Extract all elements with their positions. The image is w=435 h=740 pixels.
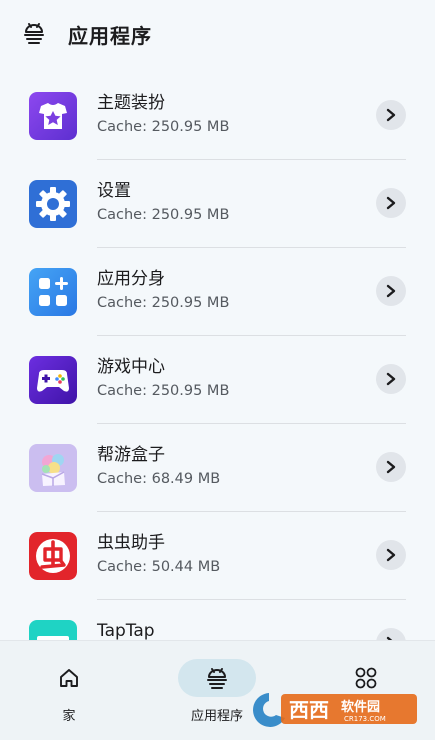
app-row-game-center[interactable]: 游戏中心 Cache: 250.95 MB xyxy=(0,336,435,424)
app-name: 主题装扮 xyxy=(97,93,165,113)
android-icon[interactable] xyxy=(22,21,46,45)
chevron-right-icon[interactable] xyxy=(376,100,406,130)
app-name: TapTap xyxy=(97,621,155,641)
app-name: 虫虫助手 xyxy=(97,533,165,553)
chevron-right-icon[interactable] xyxy=(376,452,406,482)
app-cache: Cache: 68.49 MB xyxy=(97,471,221,487)
grid-icon xyxy=(355,667,377,689)
chevron-right-icon[interactable] xyxy=(376,540,406,570)
chevron-right-icon[interactable] xyxy=(376,364,406,394)
app-cache: Cache: 250.95 MB xyxy=(97,119,230,135)
app-row-clone[interactable]: 应用分身 Cache: 250.95 MB xyxy=(0,248,435,336)
app-list: 主题装扮 Cache: 250.95 MB 设置 Cache: 250.95 M… xyxy=(0,72,435,688)
app-header: 应用程序 xyxy=(0,0,435,68)
app-row-chongchong[interactable]: 虫虫助手 Cache: 50.44 MB xyxy=(0,512,435,600)
app-name: 游戏中心 xyxy=(97,357,165,377)
gift-box-icon xyxy=(29,444,77,492)
chevron-right-icon[interactable] xyxy=(376,188,406,218)
chevron-right-icon[interactable] xyxy=(376,276,406,306)
watermark-main-text: 西西 xyxy=(289,698,329,722)
android-icon xyxy=(207,668,227,689)
app-row-theme[interactable]: 主题装扮 Cache: 250.95 MB xyxy=(0,72,435,160)
watermark-sub-text: 软件园 xyxy=(341,699,380,715)
app-cache: Cache: 250.95 MB xyxy=(97,207,230,223)
app-row-bangyou[interactable]: 帮游盒子 Cache: 68.49 MB xyxy=(0,424,435,512)
app-cache: Cache: 50.44 MB xyxy=(97,559,221,575)
home-icon xyxy=(60,669,78,687)
gamepad-icon xyxy=(29,356,77,404)
app-name: 帮游盒子 xyxy=(97,445,165,465)
site-watermark-logo: 西西 软件园 CR173.COM xyxy=(245,688,417,730)
nav-label: 家 xyxy=(62,709,76,724)
app-row-settings[interactable]: 设置 Cache: 250.95 MB xyxy=(0,160,435,248)
theme-shirt-icon xyxy=(29,92,77,140)
watermark-url: CR173.COM xyxy=(344,715,386,723)
gear-icon xyxy=(29,180,77,228)
nav-item-home[interactable]: 家 xyxy=(9,659,129,724)
app-clone-icon xyxy=(29,268,77,316)
app-name: 应用分身 xyxy=(97,269,165,289)
app-cache: Cache: 250.95 MB xyxy=(97,295,230,311)
page-title: 应用程序 xyxy=(68,24,152,48)
app-cache: Cache: 250.95 MB xyxy=(97,383,230,399)
chongchong-icon xyxy=(29,532,77,580)
app-name: 设置 xyxy=(97,181,131,201)
